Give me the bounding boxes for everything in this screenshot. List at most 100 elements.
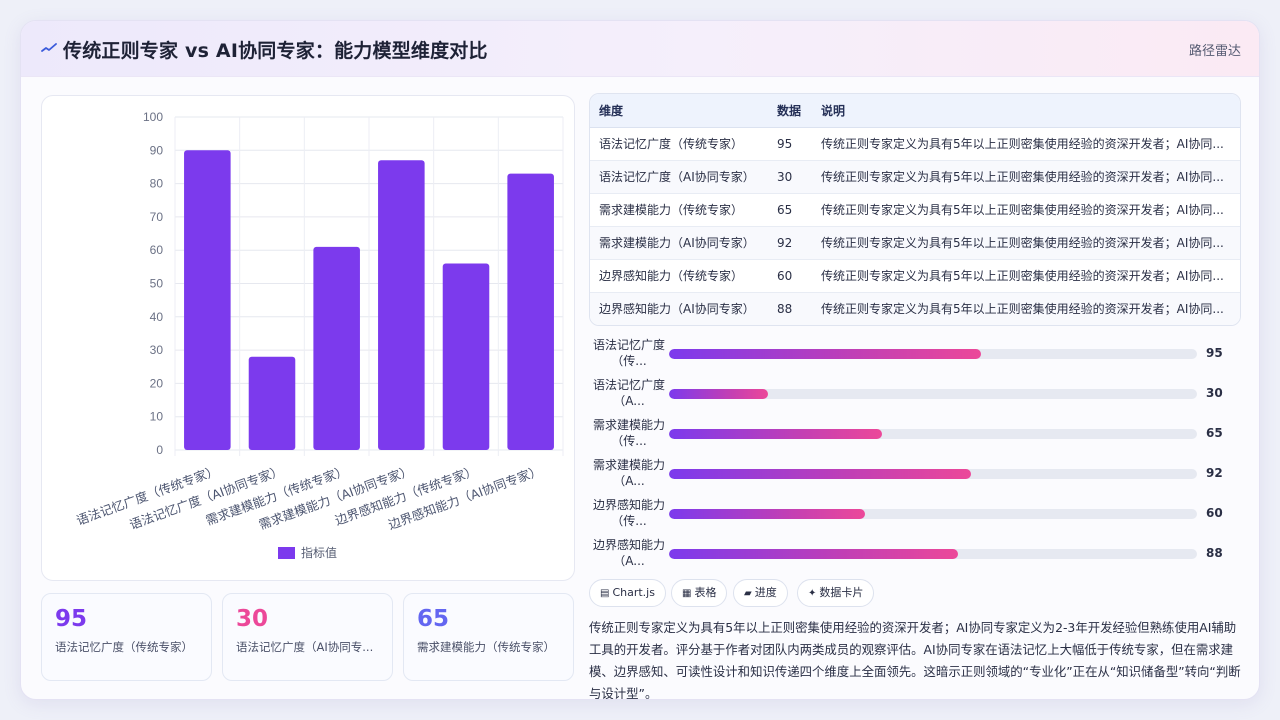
tag-progress[interactable]: ▰ 进度 [733, 579, 788, 607]
progress-row: 需求建模能力（传... 65 [589, 416, 1249, 452]
bar-chart: 0102030405060708090100语法记忆广度（传统专家）语法记忆广度… [74, 110, 564, 560]
tag-label: 表格 [694, 586, 717, 599]
y-tick-label: 80 [150, 177, 164, 191]
kpi-value: 30 [236, 606, 269, 632]
route-radar-link[interactable]: 路径雷达 [1189, 40, 1241, 59]
cell-dimension: 边界感知能力（AI协同专家） [590, 292, 768, 325]
progress-label: 语法记忆广度（A... [592, 378, 665, 408]
kpi-card-1: 95 语法记忆广度（传统专家） [41, 593, 212, 681]
column-header-description: 说明 [812, 94, 1240, 128]
progress-fill [669, 389, 768, 399]
cell-dimension: 语法记忆广度（AI协同专家） [590, 160, 768, 194]
legend-swatch [278, 547, 295, 559]
cell-dimension: 需求建模能力（传统专家） [590, 193, 768, 227]
bar [248, 356, 296, 450]
progress-fill [669, 509, 866, 519]
tag-chartjs[interactable]: ▤ Chart.js [589, 579, 666, 607]
kpi-label: 语法记忆广度（传统专家） [55, 640, 193, 654]
progress-value: 30 [1206, 386, 1223, 400]
bar [507, 173, 554, 451]
progress-value: 65 [1206, 426, 1223, 440]
kpi-value: 95 [55, 606, 88, 632]
progress-track [669, 509, 1197, 519]
bar-chart-panel: 0 10 20 30 40 50 60 70 80 90 100 语法记忆广度（传统专家） 语法记忆广度… [41, 95, 575, 581]
kpi-label: 需求建模能力（传统专家） [417, 640, 555, 654]
progress-icon: ▰ [744, 588, 752, 599]
cell-description: 传统正则专家定义为具有5年以上正则密集使用经验的资深开发者；AI协同... [812, 160, 1240, 194]
card-icon: ✦ [808, 588, 817, 599]
y-tick-label: 10 [150, 410, 164, 424]
progress-track [669, 429, 1197, 439]
y-tick-label: 20 [150, 376, 164, 390]
cell-description: 传统正则专家定义为具有5年以上正则密集使用经验的资深开发者；AI协同... [812, 259, 1240, 293]
y-tick-label: 90 [150, 143, 164, 157]
progress-row: 需求建模能力（A... 92 [589, 456, 1249, 492]
cell-description: 传统正则专家定义为具有5年以上正则密集使用经验的资深开发者；AI协同... [812, 193, 1240, 227]
progress-value: 92 [1206, 466, 1223, 480]
y-tick-label: 0 [156, 443, 163, 457]
progress-label: 需求建模能力（传... [592, 418, 665, 448]
progress-fill [669, 549, 958, 559]
progress-row: 语法记忆广度（传... 95 [589, 336, 1249, 372]
progress-track [669, 389, 1197, 399]
cell-value: 88 [768, 292, 812, 325]
kpi-card-2: 30 语法记忆广度（AI协同专... [222, 593, 393, 681]
progress-fill [669, 469, 972, 479]
column-header-dimension: 维度 [590, 94, 768, 128]
cell-description: 传统正则专家定义为具有5年以上正则密集使用经验的资深开发者；AI协同... [812, 127, 1240, 161]
cell-dimension: 边界感知能力（传统专家） [590, 259, 768, 293]
cell-value: 60 [768, 259, 812, 293]
cell-description: 传统正则专家定义为具有5年以上正则密集使用经验的资深开发者；AI协同... [812, 292, 1240, 325]
progress-fill [669, 349, 981, 359]
table-icon: ▦ [682, 588, 692, 599]
progress-track [669, 349, 1197, 359]
table-row: 需求建模能力（传统专家） 65 传统正则专家定义为具有5年以上正则密集使用经验的… [590, 193, 1240, 227]
tag-table[interactable]: ▦ 表格 [671, 579, 728, 607]
bar [313, 246, 360, 450]
table-row: 语法记忆广度（传统专家） 95 传统正则专家定义为具有5年以上正则密集使用经验的… [590, 127, 1240, 161]
tag-label: 进度 [754, 586, 777, 599]
y-tick-label: 100 [143, 110, 163, 124]
cell-value: 92 [768, 226, 812, 260]
cell-dimension: 语法记忆广度（传统专家） [590, 127, 768, 161]
main-card: 传统正则专家 vs AI协同专家：能力模型维度对比 路径雷达 0 10 20 30 40… [20, 20, 1260, 700]
progress-label: 边界感知能力（传... [592, 498, 665, 528]
header-bar: 传统正则专家 vs AI协同专家：能力模型维度对比 路径雷达 [21, 21, 1259, 77]
kpi-value: 65 [417, 606, 450, 632]
progress-fill [669, 429, 882, 439]
tag-label: 数据卡片 [819, 586, 864, 599]
progress-label: 边界感知能力（A... [592, 538, 665, 568]
progress-row: 边界感知能力（A... 88 [589, 536, 1249, 572]
cell-value: 30 [768, 160, 812, 194]
progress-value: 95 [1206, 346, 1223, 360]
cell-value: 95 [768, 127, 812, 161]
table-row: 需求建模能力（AI协同专家） 92 传统正则专家定义为具有5年以上正则密集使用经… [590, 226, 1240, 260]
y-tick-label: 50 [150, 277, 164, 291]
table-row: 边界感知能力（AI协同专家） 88 传统正则专家定义为具有5年以上正则密集使用经… [590, 292, 1240, 325]
progress-value: 88 [1206, 546, 1223, 560]
progress-label: 需求建模能力（A... [592, 458, 665, 488]
bar [378, 160, 425, 450]
progress-row: 语法记忆广度（A... 30 [589, 376, 1249, 412]
cell-value: 65 [768, 193, 812, 227]
tag-label: Chart.js [612, 586, 655, 599]
description-note: 传统正则专家定义为具有5年以上正则密集使用经验的资深开发者；AI协同专家定义为2… [589, 620, 1241, 700]
progress-track [669, 549, 1197, 559]
progress-value: 60 [1206, 506, 1223, 520]
sparkline-icon [41, 43, 57, 52]
legend-label: 指标值 [301, 545, 337, 560]
tag-data-card[interactable]: ✦ 数据卡片 [797, 579, 875, 607]
kpi-label: 语法记忆广度（AI协同专... [236, 640, 374, 654]
y-tick-label: 60 [150, 243, 164, 257]
cell-dimension: 需求建模能力（AI协同专家） [590, 226, 768, 260]
progress-row: 边界感知能力（传... 60 [589, 496, 1249, 532]
table-row: 语法记忆广度（AI协同专家） 30 传统正则专家定义为具有5年以上正则密集使用经… [590, 160, 1240, 194]
bar [184, 150, 231, 451]
cell-description: 传统正则专家定义为具有5年以上正则密集使用经验的资深开发者；AI协同... [812, 226, 1240, 260]
y-tick-label: 70 [150, 210, 164, 224]
kpi-card-3: 65 需求建模能力（传统专家） [403, 593, 574, 681]
y-tick-label: 40 [150, 310, 164, 324]
column-header-data: 数据 [768, 94, 812, 128]
table-row: 边界感知能力（传统专家） 60 传统正则专家定义为具有5年以上正则密集使用经验的… [590, 259, 1240, 293]
table-header-row: 维度 数据 说明 [590, 94, 1240, 128]
